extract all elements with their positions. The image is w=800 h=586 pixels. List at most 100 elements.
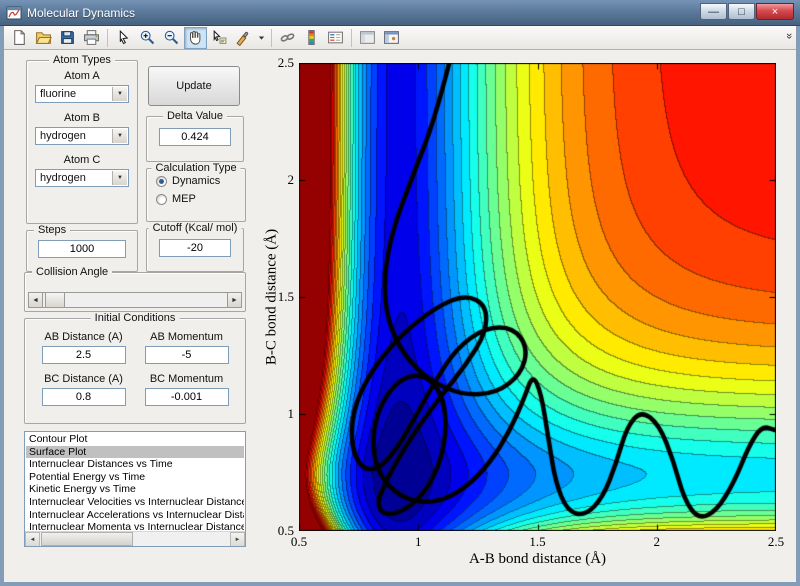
plot-type-listbox[interactable]: Contour Plot Surface Plot Internuclear Dis… xyxy=(24,431,246,547)
collision-angle-title: Collision Angle xyxy=(32,266,113,278)
toolbar xyxy=(4,26,796,50)
scrollbar-track[interactable] xyxy=(40,532,230,546)
cutoff-input[interactable] xyxy=(159,239,231,257)
list-item[interactable]: Internuclear Momenta vs Internuclear Dis… xyxy=(26,521,244,531)
ab-distance-label: AB Distance (A) xyxy=(44,331,123,343)
window-frame xyxy=(0,582,800,586)
title-bar: Molecular Dynamics — □ × xyxy=(0,0,800,26)
window-icon xyxy=(6,5,22,21)
radio-option-dynamics[interactable]: Dynamics xyxy=(156,175,245,187)
atom-c-value: hydrogen xyxy=(40,172,86,184)
delta-value-input[interactable] xyxy=(159,128,231,146)
print-button[interactable] xyxy=(80,27,103,49)
pan-hand-button[interactable] xyxy=(184,26,207,49)
atom-a-value: fluorine xyxy=(40,88,77,100)
new-file-button[interactable] xyxy=(8,27,31,49)
chevron-down-icon[interactable]: ▼ xyxy=(112,87,127,101)
list-item[interactable]: Potential Energy vs Time xyxy=(26,471,244,484)
contour-plot-canvas[interactable] xyxy=(299,63,776,531)
steps-input[interactable] xyxy=(38,240,126,258)
collision-angle-panel: Collision Angle ◄ ► xyxy=(24,266,246,312)
maximize-button[interactable]: □ xyxy=(728,3,755,20)
bc-distance-label: BC Distance (A) xyxy=(44,373,123,385)
x-axis-label: A-B bond distance (Å) xyxy=(468,551,607,567)
calculation-type-title: Calculation Type xyxy=(151,162,241,174)
x-tick-label: 2.5 xyxy=(767,534,785,549)
hide-plot-tools-icon xyxy=(359,29,376,46)
save-icon xyxy=(59,29,76,46)
atom-b-label: Atom B xyxy=(63,112,101,124)
data-cursor-icon xyxy=(211,29,228,46)
print-icon xyxy=(83,29,100,46)
dropdown-caret-icon xyxy=(257,29,266,46)
hide-plot-tools-button[interactable] xyxy=(356,27,379,49)
slider-track[interactable] xyxy=(43,292,227,308)
close-button[interactable]: × xyxy=(756,3,794,20)
radio-label: MEP xyxy=(172,193,196,205)
insert-colorbar-icon xyxy=(303,29,320,46)
application-window: Molecular Dynamics — □ × » Atom Types At… xyxy=(0,0,800,586)
ab-distance-input[interactable] xyxy=(41,346,126,364)
radio-button-icon[interactable] xyxy=(156,193,167,205)
atom-c-label: Atom C xyxy=(63,154,101,166)
zoom-out-button[interactable] xyxy=(160,27,183,49)
update-button[interactable]: Update xyxy=(148,66,240,106)
list-item[interactable]: Kinetic Energy vs Time xyxy=(26,483,244,496)
radio-option-mep[interactable]: MEP xyxy=(156,193,245,205)
data-cursor-button[interactable] xyxy=(208,27,231,49)
initial-conditions-title: Initial Conditions xyxy=(90,312,180,324)
dropdown-caret-button[interactable] xyxy=(256,27,267,49)
y-tick-label: 1 xyxy=(287,406,295,421)
minimize-button[interactable]: — xyxy=(700,3,727,20)
list-item[interactable]: Surface Plot xyxy=(26,445,244,459)
slider-thumb[interactable] xyxy=(45,292,65,308)
atom-a-label: Atom A xyxy=(64,70,100,82)
atom-a-dropdown[interactable]: fluorine ▼ xyxy=(35,85,129,103)
initial-conditions-panel: Initial Conditions AB Distance (A) AB Mo… xyxy=(24,312,246,424)
y-axis-label: B-C bond distance (Å) xyxy=(263,228,280,366)
scrollbar-right-arrow-icon[interactable]: ► xyxy=(230,532,245,546)
slider-right-arrow-icon[interactable]: ► xyxy=(227,292,242,308)
slider-left-arrow-icon[interactable]: ◄ xyxy=(28,292,43,308)
chevron-down-icon[interactable]: ▼ xyxy=(112,129,127,143)
list-item[interactable]: Internuclear Accelerations vs Internucle… xyxy=(26,509,244,522)
open-folder-icon xyxy=(35,29,52,46)
bc-momentum-label: BC Momentum xyxy=(149,373,224,385)
link-plot-button[interactable] xyxy=(276,27,299,49)
show-plot-tools-button[interactable] xyxy=(380,27,403,49)
ab-momentum-input[interactable] xyxy=(144,346,229,364)
atom-c-dropdown[interactable]: hydrogen ▼ xyxy=(35,169,129,187)
atom-b-dropdown[interactable]: hydrogen ▼ xyxy=(35,127,129,145)
y-tick-label: 2 xyxy=(287,172,295,187)
scrollbar-thumb[interactable] xyxy=(41,532,133,546)
open-folder-button[interactable] xyxy=(32,27,55,49)
list-item[interactable]: Internuclear Velocities vs Internuclear … xyxy=(26,496,244,509)
collision-angle-slider[interactable]: ◄ ► xyxy=(28,292,242,308)
pan-hand-icon xyxy=(187,29,204,46)
plot-type-list-items: Contour Plot Surface Plot Internuclear Dis… xyxy=(26,433,244,531)
x-tick-label: 1.5 xyxy=(529,534,546,549)
radio-button-icon[interactable] xyxy=(156,175,167,187)
delta-value-title: Delta Value xyxy=(162,110,228,122)
toolbar-separator xyxy=(271,28,272,47)
save-button[interactable] xyxy=(56,27,79,49)
zoom-in-button[interactable] xyxy=(136,27,159,49)
brush-button[interactable] xyxy=(232,27,255,49)
zoom-out-icon xyxy=(163,29,180,46)
radio-label: Dynamics xyxy=(172,175,221,187)
chevron-down-icon[interactable]: ▼ xyxy=(112,171,127,185)
bc-distance-input[interactable] xyxy=(41,388,126,406)
bc-momentum-input[interactable] xyxy=(144,388,229,406)
toolbar-overflow-button[interactable]: » xyxy=(783,33,795,39)
atom-types-panel: Atom Types Atom A fluorine ▼ Atom B hydr… xyxy=(26,54,138,224)
y-tick-label: 0.5 xyxy=(277,523,294,538)
new-file-icon xyxy=(11,29,28,46)
insert-legend-button[interactable] xyxy=(324,27,347,49)
insert-colorbar-button[interactable] xyxy=(300,27,323,49)
scrollbar-left-arrow-icon[interactable]: ◄ xyxy=(25,532,40,546)
window-frame xyxy=(0,26,4,586)
edit-pointer-button[interactable] xyxy=(112,27,135,49)
list-item[interactable]: Internuclear Distances vs Time xyxy=(26,458,244,471)
list-item[interactable]: Contour Plot xyxy=(26,433,244,446)
listbox-horizontal-scrollbar[interactable]: ◄ ► xyxy=(25,531,245,546)
